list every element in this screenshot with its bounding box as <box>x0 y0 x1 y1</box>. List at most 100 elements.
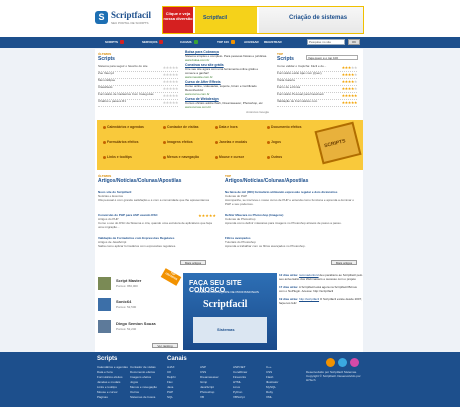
footer-channel-link[interactable]: Fireworks <box>233 375 246 379</box>
ad-credit[interactable]: Anúncios Google <box>185 110 269 114</box>
nav-top100[interactable]: TOP 100 <box>217 40 235 45</box>
footer-channel-link[interactable]: Delphi <box>167 375 176 379</box>
footer-channel-link[interactable]: C# <box>167 370 171 374</box>
twitter-icon[interactable] <box>338 358 347 367</box>
news-link[interactable]: http://scriptfacil <box>299 297 319 301</box>
footer-channel-link[interactable]: VB <box>200 395 204 399</box>
footer-channel-link[interactable]: CSS <box>266 370 272 374</box>
nav-scripts[interactable]: SCRIPTS <box>105 40 125 45</box>
footer-script-link[interactable]: Documento efeitos <box>130 370 155 374</box>
top100-select[interactable]: Veja quem é o top 100 <box>306 55 358 60</box>
top-user[interactable]: Diego Semion Souza Pontos: 52,240 <box>98 320 178 334</box>
logo-tagline: SEU PORTAL DE SCRIPTS <box>111 21 149 25</box>
search-button[interactable]: OK <box>348 39 360 45</box>
category-link[interactable]: Imagens efeitos <box>163 140 193 144</box>
ranking-button[interactable]: Ver ranking <box>152 343 178 348</box>
footer-script-link[interactable]: Páginas <box>97 395 108 399</box>
footer-channel-link[interactable]: AJAX <box>167 365 175 369</box>
article-item[interactable]: Filtros avançados Tutoriais do Photoshop… <box>225 236 357 248</box>
footer-script-link[interactable]: Menus e navegação <box>130 385 157 389</box>
footer-channel-link[interactable]: ASP <box>200 365 206 369</box>
article-item[interactable]: Definir Máscara no Photoshop (Imagens) C… <box>225 213 357 225</box>
rating-stars: ★★★★★ <box>341 93 358 98</box>
category-link[interactable]: Janelas e modais <box>215 140 247 144</box>
nav-registrar[interactable]: REGISTRAR <box>264 40 282 44</box>
article-item[interactable]: Novo site do Scriptfacil Notícias e Even… <box>98 190 216 202</box>
category-link[interactable]: Documento efeitos <box>267 125 302 129</box>
rating-stars: ★★★★★ <box>341 86 358 91</box>
category-link[interactable]: Calendários e agendas <box>103 125 144 129</box>
user-name[interactable]: Sonic64 <box>116 299 131 304</box>
footer-script-link[interactable]: Contador de visitas <box>130 365 156 369</box>
category-link[interactable]: Formulários efeitos <box>103 140 138 144</box>
footer-channel-link[interactable]: PHP <box>167 390 173 394</box>
footer-channel-link[interactable]: Gimp <box>200 380 207 384</box>
category-link[interactable]: Outros <box>267 155 282 159</box>
rss-icon[interactable] <box>326 358 335 367</box>
article-item[interactable]: Conversão do PHP para ASP usando DSC Art… <box>98 213 216 229</box>
footer-channel-link[interactable]: ASP.NET <box>233 365 245 369</box>
article-item[interactable]: Validação de Formulários com Expressões … <box>98 236 216 248</box>
bullet-icon <box>267 125 270 129</box>
footer-script-link[interactable]: Links e tooltips <box>97 385 117 389</box>
footer-channel-link[interactable]: CSS <box>200 370 206 374</box>
user-name[interactable]: Script Master <box>116 278 141 283</box>
footer-script-link[interactable]: Sistemas de busca <box>130 395 155 399</box>
badge-icon <box>120 40 125 45</box>
banner-right-label: Criação de sistemas <box>289 15 348 21</box>
rating-stars: ★★★★★ <box>341 65 358 70</box>
footer-channel-link[interactable]: Photoshop <box>200 390 214 394</box>
header-banner[interactable]: Clique e veja nossa diversão Scriptfacil… <box>162 6 364 34</box>
footer-channel-link[interactable]: HTML <box>233 380 241 384</box>
promo-subline: CONFIE NOSSA EQUIPE DE PROFISSIONAIS <box>195 290 259 294</box>
footer-channel-link[interactable]: XML <box>266 395 272 399</box>
footer-channel-link[interactable]: Java <box>167 385 173 389</box>
top-user[interactable]: Sonic64 Pontos: 52,500 <box>98 298 178 312</box>
footer-channel-link[interactable]: MySQL <box>266 385 276 389</box>
user-name[interactable]: Diego Semion Souza <box>116 321 156 326</box>
footer-channel-link[interactable]: CorelDraw <box>233 370 247 374</box>
footer-channel-link[interactable]: Python <box>233 390 242 394</box>
footer-channel-link[interactable]: Ruby <box>266 390 273 394</box>
article-item[interactable]: Na faixa de mil (000) formulário utiliza… <box>225 190 357 206</box>
footer-script-link[interactable]: Data e hora <box>97 370 113 374</box>
footer-channel-link[interactable]: SQL <box>167 395 173 399</box>
footer-script-link[interactable]: Formulários efeitos <box>97 375 123 379</box>
nav-canais[interactable]: CANAIS <box>180 40 198 45</box>
footer-channel-link[interactable]: Flex <box>167 380 173 384</box>
category-link[interactable]: Jogos <box>267 140 281 144</box>
promo-brand: Scriptfacil <box>203 299 248 310</box>
promo-banner[interactable]: FAÇA SEU SITE CONOSCO CONFIE NOSSA EQUIP… <box>183 273 277 350</box>
footer-channel-link[interactable]: C++ <box>266 365 272 369</box>
footer: Scripts Canais Desenvolvido por Scriptfa… <box>0 352 460 407</box>
nav-servicos[interactable]: SERVIÇOS <box>142 40 164 45</box>
footer-script-link[interactable]: Calendários e agendas <box>97 365 128 369</box>
category-link[interactable]: Data e hora <box>215 125 237 129</box>
section-title: Scripts <box>98 56 115 62</box>
category-link[interactable]: Menus e navegação <box>163 155 199 159</box>
list-item[interactable]: Chatbot e passos R1 ★★★★★ <box>98 99 179 107</box>
footer-channel-link[interactable]: VBScript <box>233 395 245 399</box>
orkut-icon[interactable] <box>350 358 359 367</box>
footer-channel-link[interactable]: Linux <box>233 385 240 389</box>
category-link[interactable]: Links e tooltips <box>103 155 132 159</box>
search-input[interactable]: Pesquise no site <box>307 39 345 45</box>
nav-acessar[interactable]: ACESSAR <box>244 40 259 44</box>
more-articles-button[interactable]: Mais artigos <box>180 260 206 265</box>
category-link[interactable]: Mouse e cursor <box>215 155 244 159</box>
category-link[interactable]: Contador de visitas <box>163 125 198 129</box>
footer-script-link[interactable]: Imagens efeitos <box>130 375 151 379</box>
footer-channel-link[interactable]: Illustrator <box>266 380 278 384</box>
footer-channel-link[interactable]: JavaScript <box>200 385 214 389</box>
footer-script-link[interactable]: Mouse e cursor <box>97 390 118 394</box>
banner-click-badge[interactable]: Clique e veja nossa diversão <box>163 7 193 33</box>
footer-script-link[interactable]: Outros <box>130 390 139 394</box>
site-logo[interactable]: S Scriptfacil SEU PORTAL DE SCRIPTS <box>95 9 155 27</box>
footer-channel-link[interactable]: Dreamweaver <box>200 375 219 379</box>
footer-script-link[interactable]: Jogos <box>130 380 138 384</box>
logo-name: Scriptfacil <box>111 10 151 20</box>
list-item[interactable]: Validação de Formulários com ★★★★★ <box>277 99 358 107</box>
footer-script-link[interactable]: Janelas e modais <box>97 380 120 384</box>
footer-channel-link[interactable]: Flash <box>266 375 273 379</box>
more-articles-button[interactable]: Mais artigos <box>331 260 357 265</box>
